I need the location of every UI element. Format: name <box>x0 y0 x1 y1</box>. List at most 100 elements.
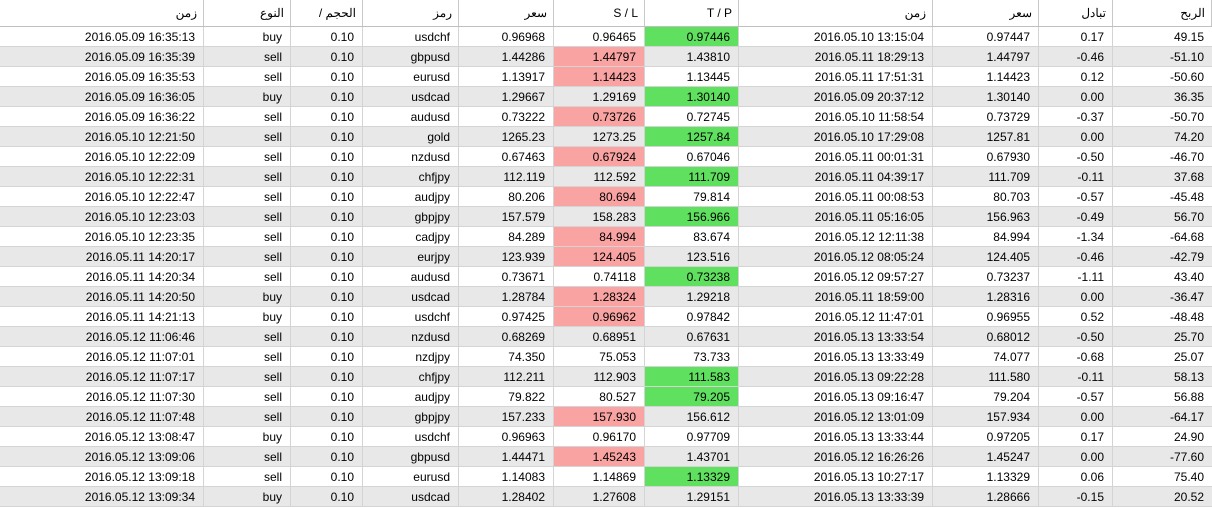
close-price-cell: 1.28666 <box>933 487 1039 506</box>
table-row[interactable]: 2016.05.12 11:07:48 sell 0.10 gbpjpy 157.233… <box>0 407 1212 427</box>
close-price-cell: 0.97447 <box>933 27 1039 46</box>
profit-cell: 24.90 <box>1173 430 1204 444</box>
close-price-cell: 0.96955 <box>933 307 1039 326</box>
type-cell: sell <box>204 367 291 386</box>
header-profit[interactable]: الربح <box>1113 0 1212 26</box>
header-close-time[interactable]: زمن <box>739 0 933 26</box>
table-row[interactable]: 2016.05.09 16:36:05 buy 0.10 usdcad 1.29667 1… <box>0 87 1212 107</box>
take-profit-cell: 0.73238 <box>645 267 739 286</box>
swap-cell: 0.00 <box>1039 407 1113 426</box>
close-price-cell: 0.73729 <box>933 107 1039 126</box>
close-time-cell: 2016.05.12 12:11:38 <box>739 227 933 246</box>
stop-loss-cell: 1.28324 <box>554 287 645 306</box>
stop-loss-cell: 80.527 <box>554 387 645 406</box>
symbol-cell: usdchf <box>363 307 459 326</box>
stop-loss-cell: 0.96962 <box>554 307 645 326</box>
profit-cell: 43.40 <box>1173 270 1204 284</box>
close-time-cell: 2016.05.13 13:33:39 <box>739 487 933 506</box>
profit-cell: 36.35 <box>1173 90 1204 104</box>
table-row[interactable]: 2016.05.12 13:08:47 buy 0.10 usdchf 0.96963 0… <box>0 427 1212 447</box>
swap-cell: -0.46 <box>1039 47 1113 66</box>
type-cell: sell <box>204 447 291 466</box>
close-price-cell: 0.67930 <box>933 147 1039 166</box>
close-time-cell: 2016.05.13 09:16:47 <box>739 387 933 406</box>
table-row[interactable]: 2016.05.11 14:20:34 sell 0.10 audusd 0.73671… <box>0 267 1212 287</box>
take-profit-cell: 156.966 <box>645 207 739 226</box>
close-time-cell: 2016.05.11 17:51:31 <box>739 67 933 86</box>
open-price-cell: 157.579 <box>459 207 554 226</box>
table-row[interactable]: 2016.05.10 12:22:47 sell 0.10 audjpy 80.206 8… <box>0 187 1212 207</box>
take-profit-cell: 83.674 <box>645 227 739 246</box>
volume-cell: 0.10 <box>291 307 363 326</box>
table-row[interactable]: 2016.05.09 16:35:39 sell 0.10 gbpusd 1.44286… <box>0 47 1212 67</box>
header-take-profit[interactable]: T / P <box>645 0 739 26</box>
table-row[interactable]: 2016.05.12 11:07:01 sell 0.10 nzdjpy 74.350 7… <box>0 347 1212 367</box>
volume-cell: 0.10 <box>291 47 363 66</box>
open-price-cell: 0.97425 <box>459 307 554 326</box>
take-profit-cell: 73.733 <box>645 347 739 366</box>
header-symbol[interactable]: رمز <box>363 0 459 26</box>
table-row[interactable]: 2016.05.10 12:21:50 sell 0.10 gold 1265.23 12… <box>0 127 1212 147</box>
type-cell: buy <box>204 287 291 306</box>
profit-cell: 20.52 <box>1173 490 1204 504</box>
open-price-cell: 0.73671 <box>459 267 554 286</box>
header-open-time[interactable]: زمن <box>0 0 204 26</box>
open-price-cell: 1.28784 <box>459 287 554 306</box>
open-price-cell: 0.96968 <box>459 27 554 46</box>
type-cell: sell <box>204 227 291 246</box>
header-close-price[interactable]: سعر <box>933 0 1039 26</box>
header-stop-loss[interactable]: S / L <box>554 0 645 26</box>
table-row[interactable]: 2016.05.10 12:23:03 sell 0.10 gbpjpy 157.579… <box>0 207 1212 227</box>
close-time-cell: 2016.05.11 00:08:53 <box>739 187 933 206</box>
stop-loss-cell: 1.27608 <box>554 487 645 506</box>
close-price-cell: 1.44797 <box>933 47 1039 66</box>
stop-loss-cell: 1.44797 <box>554 47 645 66</box>
close-price-cell: 1.14423 <box>933 67 1039 86</box>
table-row[interactable]: 2016.05.09 16:35:53 sell 0.10 eurusd 1.13917… <box>0 67 1212 87</box>
table-row[interactable]: 2016.05.09 16:36:22 sell 0.10 audusd 0.73222… <box>0 107 1212 127</box>
symbol-cell: audjpy <box>363 387 459 406</box>
take-profit-cell: 111.709 <box>645 167 739 186</box>
open-time-cell: 2016.05.12 11:07:30 <box>0 387 204 406</box>
header-type[interactable]: النوع <box>204 0 291 26</box>
header-swap[interactable]: تبادل <box>1039 0 1113 26</box>
swap-cell: -1.11 <box>1039 267 1113 286</box>
table-row[interactable]: 2016.05.10 12:22:31 sell 0.10 chfjpy 112.119… <box>0 167 1212 187</box>
stop-loss-cell: 0.96170 <box>554 427 645 446</box>
table-row[interactable]: 2016.05.12 13:09:06 sell 0.10 gbpusd 1.44471… <box>0 447 1212 467</box>
profit-cell: -51.10 <box>1169 50 1204 64</box>
table-row[interactable]: 2016.05.11 14:20:17 sell 0.10 eurjpy 123.939… <box>0 247 1212 267</box>
type-cell: buy <box>204 87 291 106</box>
open-time-cell: 2016.05.11 14:20:17 <box>0 247 204 266</box>
volume-cell: 0.10 <box>291 107 363 126</box>
take-profit-cell: 1.29151 <box>645 487 739 506</box>
table-row[interactable]: 2016.05.12 11:07:30 sell 0.10 audjpy 79.822 8… <box>0 387 1212 407</box>
type-cell: sell <box>204 347 291 366</box>
take-profit-cell: 156.612 <box>645 407 739 426</box>
table-row[interactable]: 2016.05.09 16:35:13 buy 0.10 usdchf 0.96968 0… <box>0 27 1212 47</box>
open-time-cell: 2016.05.09 16:35:39 <box>0 47 204 66</box>
table-row[interactable]: 2016.05.12 11:07:17 sell 0.10 chfjpy 112.211… <box>0 367 1212 387</box>
close-time-cell: 2016.05.13 13:33:54 <box>739 327 933 346</box>
open-time-cell: 2016.05.10 12:22:31 <box>0 167 204 186</box>
swap-cell: -0.50 <box>1039 147 1113 166</box>
header-open-price[interactable]: سعر <box>459 0 554 26</box>
open-price-cell: 79.822 <box>459 387 554 406</box>
table-row[interactable]: 2016.05.12 11:06:46 sell 0.10 nzdusd 0.68269… <box>0 327 1212 347</box>
close-price-cell: 1.30140 <box>933 87 1039 106</box>
swap-cell: 0.00 <box>1039 127 1113 146</box>
table-row[interactable]: 2016.05.12 13:09:18 sell 0.10 eurusd 1.14083… <box>0 467 1212 487</box>
open-price-cell: 0.68269 <box>459 327 554 346</box>
stop-loss-cell: 112.592 <box>554 167 645 186</box>
header-volume[interactable]: / الحجم <box>291 0 363 26</box>
stop-loss-cell: 157.930 <box>554 407 645 426</box>
table-row[interactable]: 2016.05.10 12:23:35 sell 0.10 cadjpy 84.289 8… <box>0 227 1212 247</box>
take-profit-cell: 0.72745 <box>645 107 739 126</box>
table-row[interactable]: 2016.05.12 13:09:34 buy 0.10 usdcad 1.28402 1… <box>0 487 1212 507</box>
open-time-cell: 2016.05.09 16:36:22 <box>0 107 204 126</box>
symbol-cell: nzdusd <box>363 327 459 346</box>
table-row[interactable]: 2016.05.10 12:22:09 sell 0.10 nzdusd 0.67463… <box>0 147 1212 167</box>
table-row[interactable]: 2016.05.11 14:20:50 buy 0.10 usdcad 1.28784 1… <box>0 287 1212 307</box>
open-price-cell: 157.233 <box>459 407 554 426</box>
table-row[interactable]: 2016.05.11 14:21:13 buy 0.10 usdchf 0.97425 0… <box>0 307 1212 327</box>
